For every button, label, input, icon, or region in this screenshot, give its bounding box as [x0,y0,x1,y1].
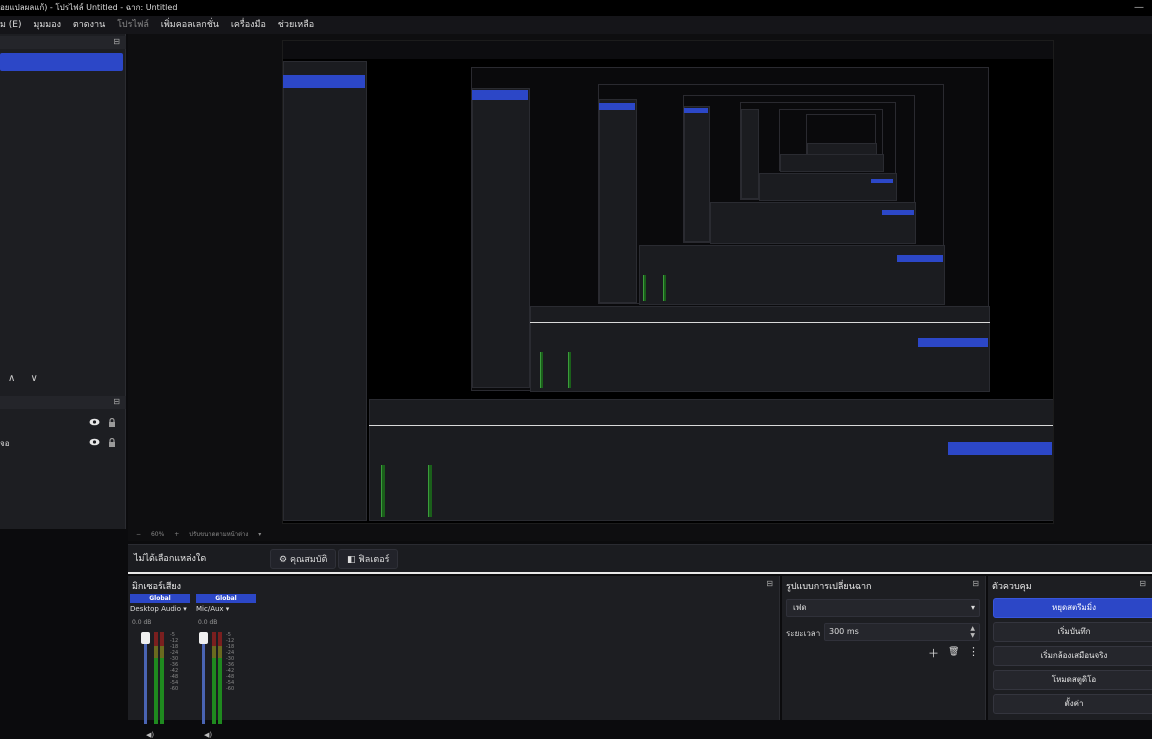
zoom-in-button[interactable]: + [174,531,179,538]
eye-icon[interactable] [89,438,100,448]
no-source-label: ไม่ได้เลือกแหล่งใด [134,554,207,564]
source-item[interactable]: จอ [0,437,124,451]
nested-meter [428,465,432,517]
undock-icon[interactable]: ⊟ [1139,579,1146,588]
gear-icon: ⚙ [279,555,288,565]
minimize-button[interactable]: — [1134,0,1144,16]
transition-select[interactable]: เฟด ▾ [786,599,980,617]
meter-scale: -5 -12 -18 -24 -30 -36 -42 -48 -54 -60 [226,632,235,692]
menu-docks[interactable]: ตาดงาน [73,20,105,30]
undock-icon[interactable]: ⊟ [766,579,773,588]
window-title-bar: อยแปลผลแก้) - โปรไฟล์ Untitled - ฉาก: Un… [0,0,1152,16]
nested-preview-2 [471,67,990,392]
menu-bar: ม (E) มุมมอง ตาดงาน โปรไฟล์ เพิ่มคอลเลกช… [0,16,1152,34]
more-options-icon[interactable]: ⋮ [968,645,979,658]
speaker-icon[interactable]: ◀) [204,731,212,739]
undock-icon[interactable]: ⊟ [972,579,979,588]
source-item[interactable] [0,417,124,431]
duration-value: 300 ms [829,627,859,636]
chevron-down-icon: ▾ [970,603,975,612]
filter-icon: ◧ [347,555,356,565]
zoom-bar: − 60% + ปรับขนาดตามหน้าต่าง ▾ [128,529,1152,541]
zoom-out-button[interactable]: − [136,531,141,538]
source-label: จอ [0,439,10,448]
nested-selected-scene [283,75,365,88]
undock-icon[interactable]: ⊟ [113,37,120,46]
global-badge: Global [196,594,256,603]
properties-button[interactable]: ⚙ คุณสมบัติ [270,549,337,569]
nested-docks [369,399,1053,521]
scale-mode[interactable]: ปรับขนาดตามหน้าต่าง [189,531,248,538]
menu-scene-collection[interactable]: เพิ่มคอลเลกชั่น [161,20,219,30]
scale-mode-dropdown-icon[interactable]: ▾ [258,531,261,538]
controls-title: ตัวควบคุม [992,582,1032,592]
audio-mixer-dock: มิกเซอร์เสียง ⊟ Global Desktop Audio ▾ 0… [128,576,780,739]
trash-icon[interactable]: 🗑 [948,647,959,657]
controls-dock: ตัวควบคุม ⊟ หยุดสตรีมมิ่ง เริ่มบันทึก เร… [988,576,1152,720]
duration-input[interactable]: 300 ms ▲ ▼ [824,623,980,641]
menu-help[interactable]: ช่วยเหลือ [278,20,314,30]
meter-scale: -5 -12 -18 -24 -30 -36 -42 -48 -54 -60 [170,632,179,692]
nested-menu-bar [283,41,1053,59]
mixer-channel-desktop-audio: Global Desktop Audio ▾ 0.0 dB -5 -12 -18 -2… [128,594,192,739]
volume-fader-handle[interactable] [141,632,150,644]
sources-dock-header: ⊟ [0,396,126,409]
transition-selected: เฟด [793,603,807,612]
volume-fader-track[interactable] [202,632,205,724]
zoom-level: 60% [150,531,165,538]
duration-spinner-icon[interactable]: ▲ ▼ [970,625,975,639]
nested-meter [381,465,385,517]
nested-divider [369,425,1053,426]
eye-icon[interactable] [89,418,100,428]
vu-meter-left [212,632,216,724]
add-transition-icon[interactable]: ＋ [928,645,939,661]
studio-mode-button[interactable]: โหมดสตูดิโอ [993,670,1152,690]
settings-button[interactable]: ตั้งค่า [993,694,1152,714]
scene-item-selected[interactable] [0,53,123,71]
filters-button[interactable]: ◧ ฟิลเตอร์ [338,549,399,569]
preview-canvas[interactable] [282,40,1054,524]
nested-stop-stream [948,442,1052,455]
window-title: อยแปลผลแก้) - โปรไฟล์ Untitled - ฉาก: Un… [0,3,178,12]
scenes-sources-panel: ⊟ ∧ ∨ ⊟ จอ [0,34,126,529]
mixer-title: มิกเซอร์เสียง [132,582,182,592]
scene-transitions-dock: รูปแบบการเปลี่ยนฉาก ⊟ เฟด ▾ ระยะเวลา 300… [782,576,986,720]
menu-view[interactable]: มุมมอง [33,20,61,30]
channel-volume-db: 0.0 dB [132,619,152,626]
vu-meter-right [160,632,164,724]
scene-move-arrows[interactable]: ∧ ∨ [8,373,44,384]
context-bar: ไม่ได้เลือกแหล่งใด ⚙ คุณสมบัติ ◧ ฟิลเตอร… [128,544,1152,574]
start-virtual-camera-button[interactable]: เริ่มกล้องเสมือนจริง [993,646,1152,666]
vu-meter-left [154,632,158,724]
lock-icon[interactable] [108,437,116,450]
global-badge: Global [130,594,190,603]
mixer-channel-mic-aux: Global Mic/Aux ▾ 0.0 dB -5 -12 -18 -24 -30 -3… [194,594,258,739]
menu-profile[interactable]: โปรไฟล์ [117,20,149,30]
filters-label: ฟิลเตอร์ [358,555,390,565]
transitions-title: รูปแบบการเปลี่ยนฉาก [786,582,872,592]
stop-streaming-button[interactable]: หยุดสตรีมมิ่ง [993,598,1152,618]
channel-volume-db: 0.0 dB [198,619,218,626]
duration-label: ระยะเวลา [786,629,821,638]
menu-edit[interactable]: ม (E) [0,20,22,30]
nested-left-panel [283,61,367,521]
sources-undock-icon[interactable]: ⊟ [113,397,120,406]
volume-fader-track[interactable] [144,632,147,724]
start-recording-button[interactable]: เริ่มบันทึก [993,622,1152,642]
scenes-dock-header: ⊟ [0,36,126,49]
lock-icon[interactable] [108,417,116,430]
channel-name[interactable]: Desktop Audio ▾ [130,605,187,613]
menu-tools[interactable]: เครื่องมือ [231,20,266,30]
volume-fader-handle[interactable] [199,632,208,644]
channel-name[interactable]: Mic/Aux ▾ [196,605,229,613]
properties-label: คุณสมบัติ [289,555,328,565]
speaker-icon[interactable]: ◀) [146,731,154,739]
vu-meter-right [218,632,222,724]
